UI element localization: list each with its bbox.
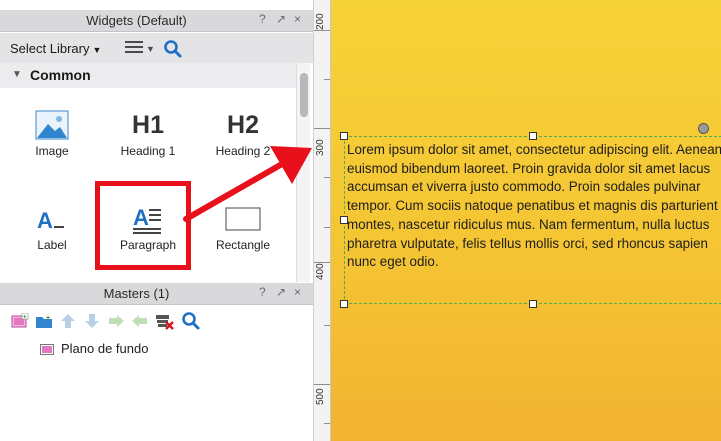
menu-icon[interactable]: ▼ (125, 41, 155, 57)
paragraph-text[interactable]: Lorem ipsum dolor sit amet, consectetur … (347, 141, 721, 272)
outdent-icon[interactable] (131, 313, 149, 329)
ruler-label: 500 (315, 388, 326, 405)
widget-rectangle[interactable]: Rectangle (198, 188, 288, 268)
label-icon: A (7, 202, 97, 236)
masters-panel-header: Masters (1) ? ↗ × (0, 283, 313, 305)
widget-heading-2[interactable]: H2 Heading 2 (198, 94, 288, 174)
widget-label-item[interactable]: A Label (7, 188, 97, 268)
ruler-tick (324, 227, 330, 228)
widget-label: Heading 1 (120, 144, 176, 158)
indent-icon[interactable] (107, 313, 125, 329)
ruler-label: 200 (315, 13, 326, 30)
add-master-icon[interactable]: + (11, 312, 29, 329)
image-icon (7, 108, 97, 142)
rectangle-icon (198, 202, 288, 236)
widget-label: Label (37, 238, 67, 252)
search-icon[interactable] (181, 311, 201, 331)
chevron-down-icon: ▼ (92, 45, 102, 55)
ruler-tick (314, 384, 330, 385)
resize-handle[interactable] (340, 300, 348, 308)
rotate-handle[interactable] (698, 123, 709, 134)
vertical-ruler: 200 300 400 500 (313, 0, 331, 441)
close-icon[interactable]: × (294, 12, 301, 26)
section-common[interactable]: ▼ Common (0, 63, 296, 88)
ruler-tick (324, 325, 330, 326)
heading-1-icon: H1 (103, 108, 193, 142)
section-common-label: Common (30, 67, 91, 83)
popout-icon[interactable]: ↗ (276, 285, 286, 299)
library-toolbar: Select Library ▼ ▼ (0, 33, 313, 63)
svg-text:A: A (37, 208, 53, 233)
masters-panel-title: Masters (1) (103, 286, 170, 301)
widget-image[interactable]: Image (7, 94, 97, 174)
close-icon[interactable]: × (294, 285, 301, 299)
ruler-label: 300 (315, 139, 326, 156)
scrollbar-thumb[interactable] (300, 73, 308, 117)
ruler-tick (314, 128, 330, 129)
master-item-label: Plano de fundo (61, 341, 149, 356)
chevron-down-icon: ▼ (146, 44, 155, 54)
widgets-panel-title: Widgets (Default) (86, 13, 187, 28)
left-pane: Widgets (Default) ? ↗ × Select Library ▼ … (0, 0, 313, 441)
resize-handle[interactable] (529, 132, 537, 140)
widget-heading-1[interactable]: H1 Heading 1 (103, 94, 193, 174)
ruler-label: 400 (315, 263, 326, 280)
collapse-triangle-icon[interactable]: ▼ (12, 69, 22, 80)
widget-label: Heading 2 (215, 144, 271, 158)
resize-handle[interactable] (340, 216, 348, 224)
move-down-icon[interactable] (83, 313, 101, 329)
move-up-icon[interactable] (59, 313, 77, 329)
ruler-tick (324, 423, 330, 424)
widgets-panel-header: Widgets (Default) ? ↗ × (0, 10, 313, 32)
heading-1-glyph: H1 (132, 110, 164, 139)
resize-handle[interactable] (529, 300, 537, 308)
widget-label: Image (35, 144, 69, 158)
ruler-tick (314, 30, 330, 31)
delete-icon[interactable] (155, 313, 174, 330)
master-page-icon (40, 344, 54, 355)
paragraph-widget[interactable]: Lorem ipsum dolor sit amet, consectetur … (344, 136, 721, 304)
highlight-box (95, 181, 191, 270)
heading-2-icon: H2 (198, 108, 288, 142)
svg-text:+: + (23, 315, 27, 321)
widgets-scrollbar[interactable] (296, 63, 310, 282)
ruler-tick (324, 177, 330, 178)
help-icon[interactable]: ? (259, 285, 266, 299)
popout-icon[interactable]: ↗ (276, 12, 286, 26)
add-folder-icon[interactable]: + (35, 313, 53, 329)
search-icon[interactable] (163, 39, 183, 59)
select-library-label: Select Library (10, 41, 90, 56)
help-icon[interactable]: ? (259, 12, 266, 26)
masters-toolbar: + + (0, 306, 313, 334)
ruler-tick (324, 79, 330, 80)
resize-handle[interactable] (340, 132, 348, 140)
svg-text:+: + (46, 315, 50, 322)
select-library-dropdown[interactable]: Select Library ▼ (10, 41, 101, 56)
design-canvas[interactable]: Lorem ipsum dolor sit amet, consectetur … (331, 0, 721, 441)
widget-label: Rectangle (215, 238, 271, 252)
heading-2-glyph: H2 (227, 110, 259, 139)
